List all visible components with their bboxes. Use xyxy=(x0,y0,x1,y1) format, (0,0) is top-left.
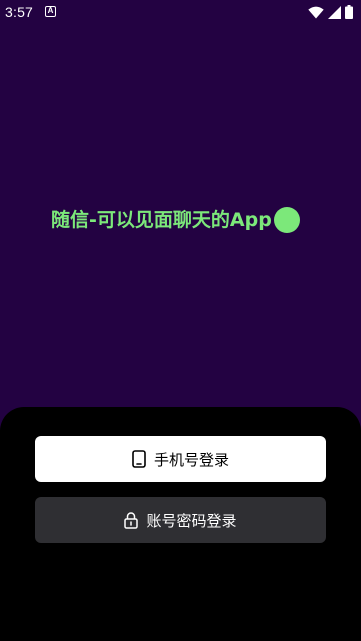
status-bar: 3:57 A xyxy=(0,0,361,24)
signal-icon xyxy=(328,5,341,23)
phone-login-button[interactable]: 手机号登录 xyxy=(35,436,326,482)
app-headline: 随信-可以见面聊天的App xyxy=(51,205,300,235)
phone-login-label: 手机号登录 xyxy=(153,450,229,469)
password-login-label: 账号密码登录 xyxy=(146,511,237,530)
wifi-icon xyxy=(308,6,324,23)
lock-icon xyxy=(124,511,139,529)
phone-icon xyxy=(132,450,146,468)
password-login-button[interactable]: 账号密码登录 xyxy=(35,497,326,543)
app-title: 随信-可以见面聊天的App xyxy=(51,209,272,231)
login-screen: 3:57 A 随信-可以见面聊天的App 手机号登录 账号密码登录 xyxy=(0,0,361,641)
status-icons xyxy=(308,5,353,23)
battery-icon xyxy=(345,5,353,23)
notification-a-icon: A xyxy=(45,6,56,17)
status-time: 3:57 xyxy=(5,4,34,20)
green-dot-icon xyxy=(273,207,300,233)
